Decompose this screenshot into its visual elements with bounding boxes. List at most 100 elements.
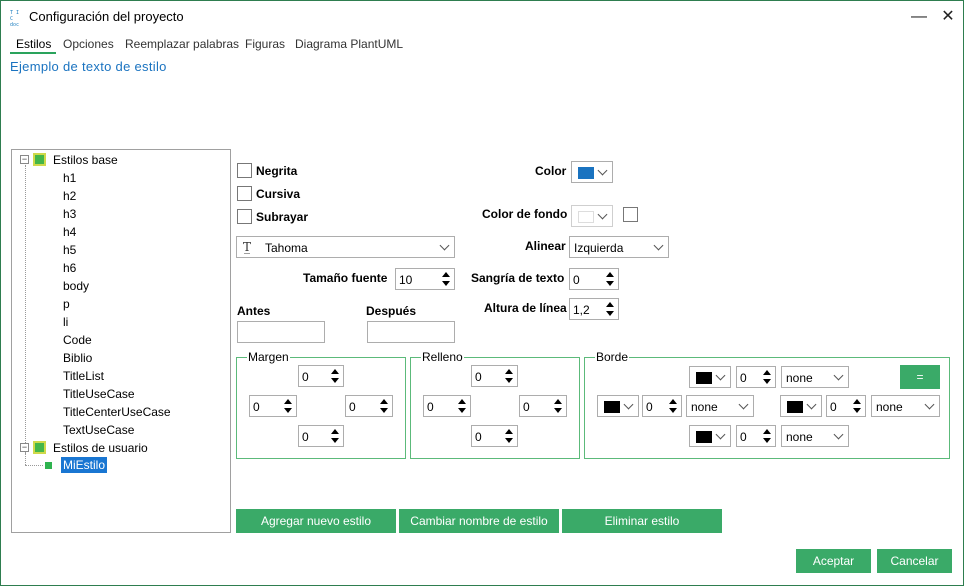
decrement-icon[interactable] <box>442 281 450 286</box>
padding-right-stepper[interactable]: 0 <box>519 395 567 417</box>
decrement-icon[interactable] <box>505 438 513 443</box>
tree-node-base[interactable]: Estilos base <box>53 153 118 167</box>
increment-icon[interactable] <box>331 369 339 374</box>
decrement-icon[interactable] <box>458 408 466 413</box>
tree-item-p[interactable]: p <box>63 297 70 311</box>
color-picker[interactable] <box>571 161 613 183</box>
collapse-base-icon[interactable]: − <box>20 155 29 164</box>
border-top-style[interactable]: none <box>781 366 849 388</box>
increment-icon[interactable] <box>606 272 614 277</box>
padding-top-stepper[interactable]: 0 <box>471 365 518 387</box>
tab-diagrama-plantuml[interactable]: Diagrama PlantUML <box>295 37 403 51</box>
increment-icon[interactable] <box>554 399 562 404</box>
tree-item-body[interactable]: body <box>63 279 89 293</box>
tree-item-titlelist[interactable]: TitleList <box>63 369 104 383</box>
border-left-style[interactable]: none <box>686 395 754 417</box>
collapse-user-icon[interactable]: − <box>20 443 29 452</box>
decrement-icon[interactable] <box>669 408 677 413</box>
tree-item-h3[interactable]: h3 <box>63 207 76 221</box>
decrement-icon[interactable] <box>606 281 614 286</box>
border-top-width[interactable]: 0 <box>736 366 776 388</box>
tree-item-biblio[interactable]: Biblio <box>63 351 92 365</box>
decrement-icon[interactable] <box>763 438 771 443</box>
increment-icon[interactable] <box>853 399 861 404</box>
tree-item-h2[interactable]: h2 <box>63 189 76 203</box>
increment-icon[interactable] <box>331 429 339 434</box>
tab-opciones[interactable]: Opciones <box>63 37 114 51</box>
decrement-icon[interactable] <box>763 379 771 384</box>
increment-icon[interactable] <box>284 399 292 404</box>
after-input[interactable] <box>367 321 455 343</box>
border-right-width[interactable]: 0 <box>826 395 866 417</box>
tab-estilos[interactable]: Estilos <box>16 37 51 51</box>
border-bottom-color[interactable] <box>689 425 731 447</box>
italic-checkbox[interactable] <box>237 186 252 201</box>
increment-icon[interactable] <box>442 272 450 277</box>
tree-node-user[interactable]: Estilos de usuario <box>53 441 148 455</box>
margin-top-stepper[interactable]: 0 <box>298 365 344 387</box>
border-equal-button[interactable]: = <box>900 365 940 389</box>
border-color-swatch <box>787 401 803 413</box>
increment-icon[interactable] <box>505 369 513 374</box>
increment-icon[interactable] <box>380 399 388 404</box>
tree-item-h6[interactable]: h6 <box>63 261 76 275</box>
font-size-stepper[interactable]: 10 <box>395 268 455 290</box>
minimize-button[interactable]: — <box>909 7 929 27</box>
tree-item-titleusecase[interactable]: TitleUseCase <box>63 387 135 401</box>
font-select[interactable]: T̲ Tahoma <box>236 236 455 258</box>
before-input[interactable] <box>237 321 325 343</box>
decrement-icon[interactable] <box>554 408 562 413</box>
decrement-icon[interactable] <box>380 408 388 413</box>
border-right-color[interactable] <box>780 395 822 417</box>
tree-item-h4[interactable]: h4 <box>63 225 76 239</box>
margin-bottom-stepper[interactable]: 0 <box>298 425 344 447</box>
bg-color-picker[interactable] <box>571 205 613 227</box>
border-bottom-width[interactable]: 0 <box>736 425 776 447</box>
rename-style-button[interactable]: Cambiar nombre de estilo <box>399 509 559 533</box>
ok-button[interactable]: Aceptar <box>796 549 871 573</box>
tab-reemplazar-palabras[interactable]: Reemplazar palabras <box>125 37 239 51</box>
tree-item-code[interactable]: Code <box>63 333 92 347</box>
border-top-color[interactable] <box>689 366 731 388</box>
margin-right-stepper[interactable]: 0 <box>345 395 393 417</box>
underline-checkbox[interactable] <box>237 209 252 224</box>
app-icon: T I Cdoc <box>10 10 20 28</box>
border-right-style[interactable]: none <box>871 395 940 417</box>
bold-checkbox[interactable] <box>237 163 252 178</box>
decrement-icon[interactable] <box>606 311 614 316</box>
border-left-width[interactable]: 0 <box>642 395 682 417</box>
indent-stepper[interactable]: 0 <box>569 268 619 290</box>
tree-item-h5[interactable]: h5 <box>63 243 76 257</box>
decrement-icon[interactable] <box>331 378 339 383</box>
styles-tree[interactable]: − Estilos base h1 h2 h3 h4 h5 h6 body p li Code Bi… <box>11 149 231 533</box>
tree-item-textusecase[interactable]: TextUseCase <box>63 423 134 437</box>
border-left-color[interactable] <box>597 395 639 417</box>
decrement-icon[interactable] <box>853 408 861 413</box>
align-select[interactable]: Izquierda <box>569 236 669 258</box>
border-bottom-style[interactable]: none <box>781 425 849 447</box>
tab-figuras[interactable]: Figuras <box>245 37 285 51</box>
folder-style-icon <box>33 441 46 454</box>
add-style-button[interactable]: Agregar nuevo estilo <box>236 509 396 533</box>
close-button[interactable]: ✕ <box>938 7 958 27</box>
increment-icon[interactable] <box>458 399 466 404</box>
tree-item-li[interactable]: li <box>63 315 68 329</box>
decrement-icon[interactable] <box>284 408 292 413</box>
decrement-icon[interactable] <box>331 438 339 443</box>
line-height-stepper[interactable]: 1,2 <box>569 298 619 320</box>
bg-color-checkbox[interactable] <box>623 207 638 222</box>
padding-left-stepper[interactable]: 0 <box>423 395 471 417</box>
tree-item-h1[interactable]: h1 <box>63 171 76 185</box>
cancel-button[interactable]: Cancelar <box>877 549 952 573</box>
increment-icon[interactable] <box>763 370 771 375</box>
tree-item-miestilo[interactable]: MiEstilo <box>61 457 108 473</box>
delete-style-button[interactable]: Eliminar estilo <box>562 509 722 533</box>
increment-icon[interactable] <box>763 429 771 434</box>
tree-item-titlecenterusecase[interactable]: TitleCenterUseCase <box>63 405 171 419</box>
increment-icon[interactable] <box>669 399 677 404</box>
increment-icon[interactable] <box>606 302 614 307</box>
decrement-icon[interactable] <box>505 378 513 383</box>
increment-icon[interactable] <box>505 429 513 434</box>
margin-left-stepper[interactable]: 0 <box>249 395 297 417</box>
padding-bottom-stepper[interactable]: 0 <box>471 425 518 447</box>
